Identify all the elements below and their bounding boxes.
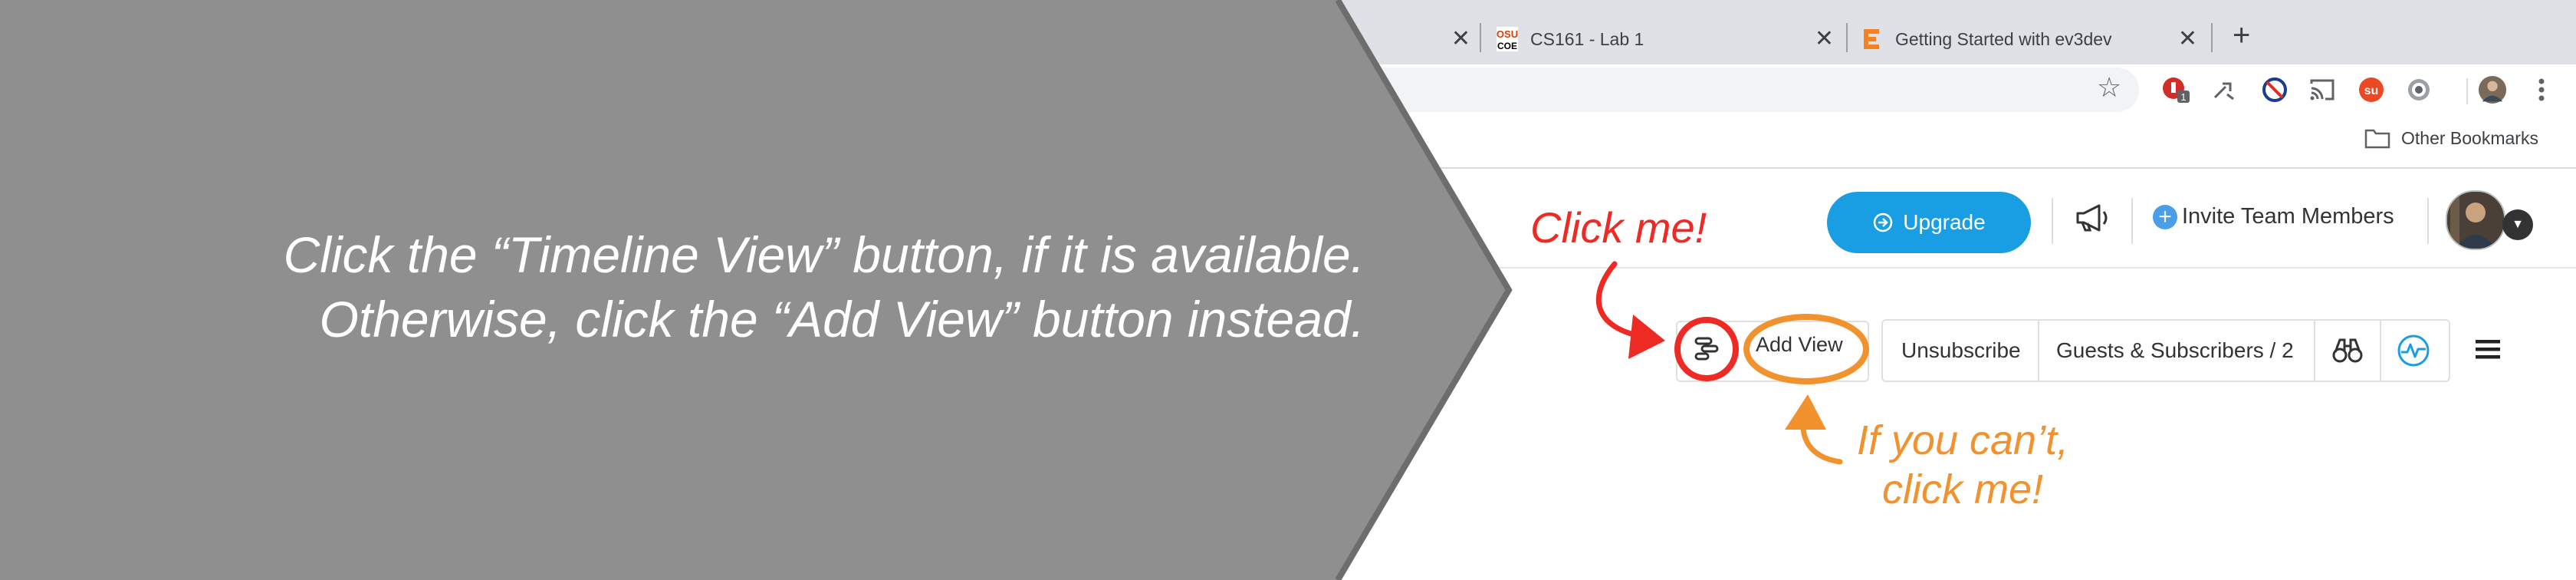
highlight-circle-red <box>1674 317 1739 381</box>
highlight-ellipse-orange <box>1743 314 1869 384</box>
fallback-note: If you can’t, click me! <box>1840 416 2085 514</box>
click-me-note: Click me! <box>1530 203 1707 252</box>
instruction-line-2: Otherwise, click the “Add View” button i… <box>319 291 1365 348</box>
fallback-line-2: click me! <box>1881 466 2043 512</box>
instruction-line-1: Click the “Timeline View” button, if it … <box>283 226 1365 283</box>
fallback-line-1: If you can’t, <box>1856 417 2069 463</box>
instruction-text: Click the “Timeline View” button, if it … <box>0 222 1365 351</box>
